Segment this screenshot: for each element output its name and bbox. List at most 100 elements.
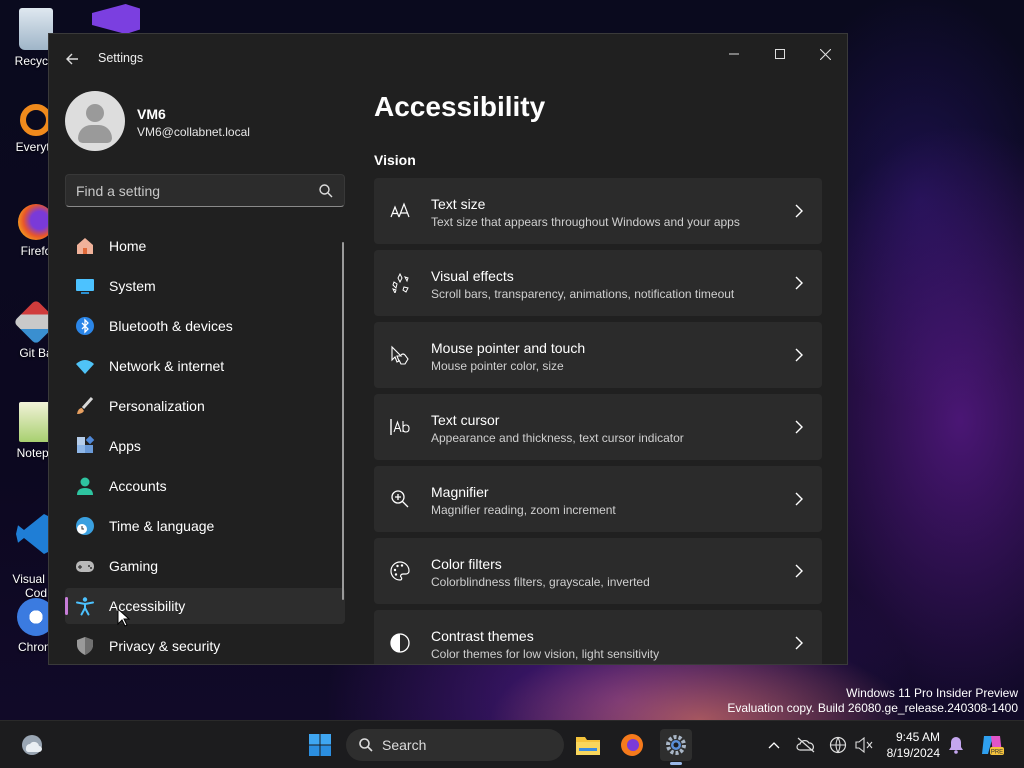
card-title: Text cursor bbox=[431, 412, 500, 428]
accessibility-icon bbox=[76, 597, 94, 616]
system-icon bbox=[76, 279, 94, 294]
card-text-cursor[interactable]: Text cursor Appearance and thickness, te… bbox=[374, 394, 822, 460]
desktop-icon-label: Firefo bbox=[20, 244, 52, 258]
copilot-icon: PRE bbox=[982, 736, 1004, 756]
card-description: Color themes for low vision, light sensi… bbox=[431, 647, 660, 661]
start-button[interactable] bbox=[304, 729, 336, 761]
magnifier-icon bbox=[391, 490, 409, 508]
sidebar-item-accessibility[interactable]: Accessibility bbox=[65, 588, 345, 624]
sidebar-item-home[interactable]: Home bbox=[65, 228, 345, 264]
sidebar-nav: Home System Bluetooth & devices Network … bbox=[65, 228, 345, 664]
search-input[interactable] bbox=[76, 181, 306, 201]
sidebar-item-label: Gaming bbox=[109, 558, 159, 574]
visual-studio-icon bbox=[92, 4, 140, 34]
watermark-build: Evaluation copy. Build 26080.ge_release.… bbox=[727, 701, 1018, 715]
selection-indicator bbox=[65, 597, 68, 615]
card-magnifier[interactable]: Magnifier Magnifier reading, zoom increm… bbox=[374, 466, 822, 532]
arrow-left-icon bbox=[66, 53, 78, 65]
sidebar-scrollbar[interactable] bbox=[342, 242, 344, 600]
firefox-icon bbox=[621, 734, 643, 756]
sidebar-item-label: Apps bbox=[109, 438, 141, 454]
back-button[interactable] bbox=[61, 48, 83, 70]
sidebar-item-privacy-security[interactable]: Privacy & security bbox=[65, 628, 345, 664]
weather-cloud-icon bbox=[22, 735, 42, 755]
sidebar-item-label: System bbox=[109, 278, 156, 294]
mouse-pointer-icon bbox=[391, 345, 409, 365]
user-email: VM6@collabnet.local bbox=[137, 125, 250, 139]
sidebar-item-system[interactable]: System bbox=[65, 268, 345, 304]
sidebar-item-gaming[interactable]: Gaming bbox=[65, 548, 345, 584]
bell-icon bbox=[949, 737, 963, 754]
chevron-right-icon bbox=[795, 276, 803, 290]
text-size-icon bbox=[390, 202, 410, 218]
card-color-filters[interactable]: Color filters Colorblindness filters, gr… bbox=[374, 538, 822, 604]
card-title: Contrast themes bbox=[431, 628, 534, 644]
clock-date: 8/19/2024 bbox=[886, 746, 940, 760]
windows-logo-icon bbox=[309, 734, 331, 756]
sidebar-item-label: Accounts bbox=[109, 478, 167, 494]
card-title: Mouse pointer and touch bbox=[431, 340, 586, 356]
sidebar-item-label: Network & internet bbox=[109, 358, 225, 374]
minimize-icon bbox=[729, 53, 739, 55]
active-app-indicator bbox=[670, 762, 682, 765]
card-visual-effects[interactable]: Visual effects Scroll bars, transparency… bbox=[374, 250, 822, 316]
card-contrast-themes[interactable]: Contrast themes Color themes for low vis… bbox=[374, 610, 822, 664]
maximize-button[interactable] bbox=[762, 40, 798, 68]
watermark-edition: Windows 11 Pro Insider Preview bbox=[846, 686, 1018, 700]
chevron-right-icon bbox=[795, 492, 803, 506]
chevron-up-icon bbox=[768, 742, 780, 749]
search-icon bbox=[319, 184, 333, 198]
card-title: Color filters bbox=[431, 556, 502, 572]
sidebar-item-personalization[interactable]: Personalization bbox=[65, 388, 345, 424]
card-description: Colorblindness filters, grayscale, inver… bbox=[431, 575, 650, 589]
minimize-button[interactable] bbox=[716, 40, 752, 68]
sidebar-item-network[interactable]: Network & internet bbox=[65, 348, 345, 384]
color-filters-icon bbox=[390, 561, 410, 581]
notifications-button[interactable] bbox=[940, 729, 972, 761]
volume-button[interactable] bbox=[848, 729, 880, 761]
sidebar-item-label: Privacy & security bbox=[109, 638, 221, 654]
avatar-head bbox=[86, 104, 104, 122]
card-description: Text size that appears throughout Window… bbox=[431, 215, 740, 229]
contrast-icon bbox=[390, 633, 410, 653]
search-box[interactable] bbox=[65, 174, 345, 207]
card-title: Magnifier bbox=[431, 484, 489, 500]
sidebar-item-time-language[interactable]: Time & language bbox=[65, 508, 345, 544]
onedrive-button[interactable] bbox=[790, 729, 822, 761]
brush-icon bbox=[77, 396, 94, 414]
sidebar-item-label: Bluetooth & devices bbox=[109, 318, 233, 334]
svg-text:PRE: PRE bbox=[991, 750, 1003, 756]
apps-icon bbox=[77, 436, 95, 453]
settings-window: Settings VM6 VM6@collabnet.local Home Sy… bbox=[48, 33, 848, 665]
chevron-right-icon bbox=[795, 348, 803, 362]
taskbar-firefox[interactable] bbox=[616, 729, 648, 761]
title-bar[interactable]: Settings bbox=[49, 34, 847, 82]
gear-icon bbox=[666, 735, 686, 755]
sidebar-item-accounts[interactable]: Accounts bbox=[65, 468, 345, 504]
card-mouse-pointer-touch[interactable]: Mouse pointer and touch Mouse pointer co… bbox=[374, 322, 822, 388]
close-button[interactable] bbox=[807, 40, 843, 68]
accounts-icon bbox=[77, 477, 93, 495]
taskbar-search[interactable]: Search bbox=[346, 729, 564, 761]
taskbar-file-explorer[interactable] bbox=[572, 729, 604, 761]
sidebar-item-bluetooth[interactable]: Bluetooth & devices bbox=[65, 308, 345, 344]
chevron-right-icon bbox=[795, 564, 803, 578]
chevron-right-icon bbox=[795, 636, 803, 650]
sidebar-item-apps[interactable]: Apps bbox=[65, 428, 345, 464]
card-title: Visual effects bbox=[431, 268, 514, 284]
card-description: Appearance and thickness, text cursor in… bbox=[431, 431, 684, 445]
show-hidden-icons-button[interactable] bbox=[758, 729, 790, 761]
copilot-button[interactable]: PRE bbox=[976, 729, 1008, 761]
card-text-size[interactable]: Text size Text size that appears through… bbox=[374, 178, 822, 244]
gaming-icon bbox=[76, 561, 94, 572]
close-icon bbox=[819, 48, 831, 60]
search-icon bbox=[359, 738, 373, 752]
taskbar-settings[interactable] bbox=[660, 729, 692, 765]
globe-icon bbox=[829, 736, 847, 754]
visual-effects-icon bbox=[392, 273, 409, 293]
taskbar-clock[interactable]: 9:45 AM 8/19/2024 bbox=[887, 729, 940, 761]
avatar[interactable] bbox=[65, 91, 125, 151]
widgets-button[interactable] bbox=[16, 729, 48, 761]
card-description: Mouse pointer color, size bbox=[431, 359, 564, 373]
avatar-body bbox=[78, 125, 112, 143]
